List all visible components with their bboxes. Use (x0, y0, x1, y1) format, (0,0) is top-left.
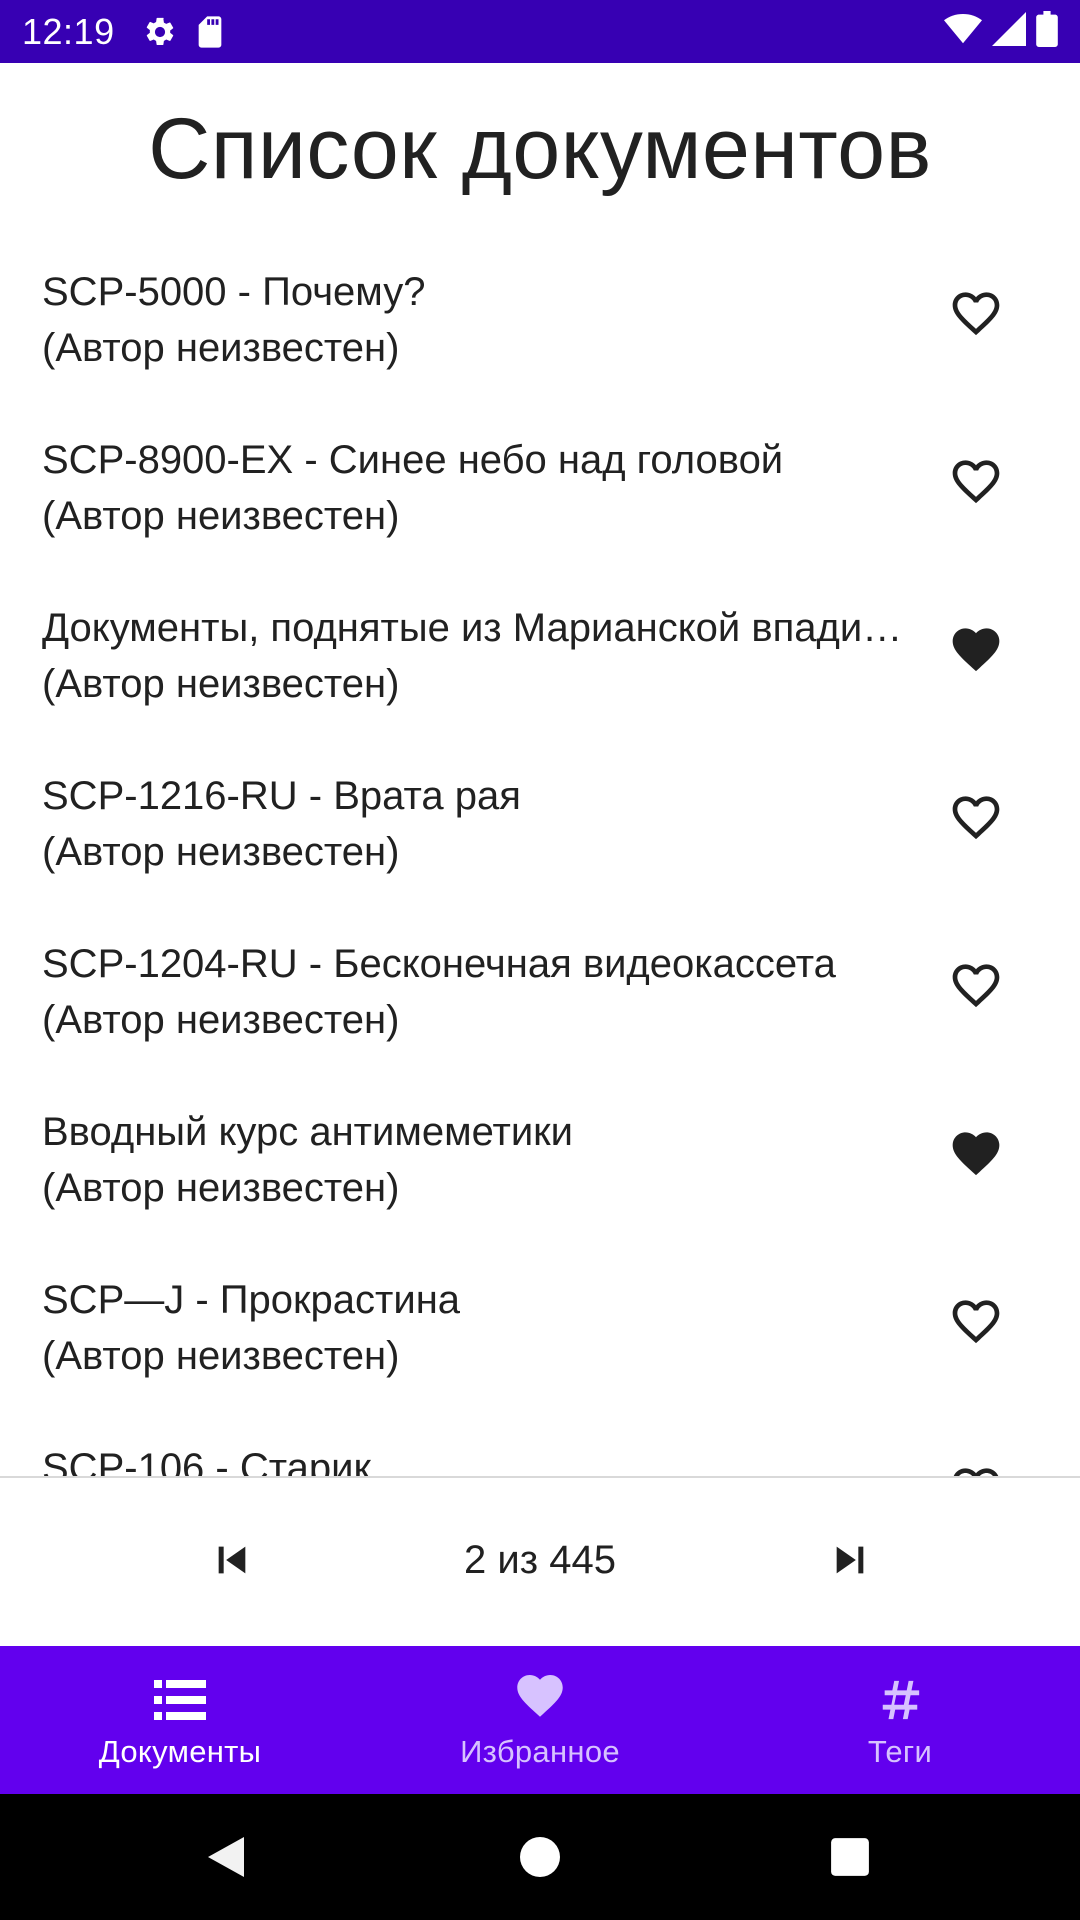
favorite-button[interactable] (940, 1290, 1012, 1362)
page-counter: 2 из 445 (464, 1538, 616, 1582)
list-item[interactable]: Документы, поднятые из Марианской впадин… (0, 566, 1080, 734)
favorite-button[interactable] (940, 282, 1012, 354)
recents-button[interactable] (820, 1827, 880, 1887)
document-author: (Автор неизвестен) (42, 1334, 400, 1378)
document-author: (Автор неизвестен) (42, 326, 400, 370)
wifi-icon (944, 12, 982, 51)
last-page-button[interactable] (818, 1524, 882, 1596)
back-triangle-icon (208, 1837, 244, 1877)
favorite-button[interactable] (940, 786, 1012, 858)
recents-square-icon (831, 1838, 869, 1876)
favorite-button[interactable] (940, 618, 1012, 690)
list-item[interactable]: SCP-1204-RU - Бесконечная видеокассета (… (0, 902, 1080, 1070)
favorite-button[interactable] (940, 450, 1012, 522)
skip-previous-icon (218, 1546, 246, 1574)
document-title: Документы, поднятые из Марианской впадин… (42, 606, 908, 650)
list-icon (154, 1674, 206, 1726)
home-circle-icon (520, 1837, 560, 1877)
back-button[interactable] (196, 1827, 256, 1887)
nav-documents[interactable]: Документы (0, 1646, 360, 1794)
skip-next-icon (836, 1546, 864, 1574)
list-item[interactable]: Вводный курс антимеметики (Автор неизвес… (0, 1070, 1080, 1238)
document-author: (Автор неизвестен) (42, 998, 400, 1042)
system-navigation-bar (0, 1794, 1080, 1920)
hash-icon (877, 1674, 923, 1726)
home-button[interactable] (510, 1827, 570, 1887)
signal-icon (992, 12, 1026, 51)
sd-card-icon (195, 15, 225, 49)
battery-icon (1036, 11, 1058, 52)
nav-label: Избранное (460, 1734, 620, 1769)
document-title: Вводный курс антимеметики (42, 1110, 574, 1154)
settings-icon (143, 15, 177, 49)
favorite-button[interactable] (940, 1458, 1012, 1476)
heart-outline-icon (952, 1300, 1000, 1344)
document-author: (Автор неизвестен) (42, 494, 400, 538)
list-item[interactable]: SCP-5000 - Почему? (Автор неизвестен) (0, 230, 1080, 398)
nav-label: Документы (98, 1734, 262, 1769)
status-time: 12:19 (22, 10, 115, 52)
document-title: SCP-1204-RU - Бесконечная видеокассета (42, 942, 836, 986)
list-item[interactable]: SCP-8900-EX - Синее небо над головой (Ав… (0, 398, 1080, 566)
document-title: SCP-5000 - Почему? (42, 270, 426, 314)
document-title: SCP-1216-RU - Врата рая (42, 774, 521, 818)
document-author: (Автор неизвестен) (42, 662, 400, 706)
heart-outline-icon (952, 292, 1000, 336)
document-title: SCP—J - Прокрастина (42, 1278, 461, 1322)
document-author: (Автор неизвестен) (42, 830, 400, 874)
document-author: (Автор неизвестен) (42, 1166, 400, 1210)
pager: 2 из 445 (0, 1478, 1080, 1646)
heart-outline-icon (952, 460, 1000, 504)
heart-icon (512, 1674, 568, 1726)
nav-label: Теги (867, 1734, 933, 1769)
list-item[interactable]: SCP-1216-RU - Врата рая (Автор неизвесте… (0, 734, 1080, 902)
favorite-button[interactable] (940, 1122, 1012, 1194)
list-item[interactable]: SCP—J - Прокрастина (Автор неизвестен) (0, 1238, 1080, 1406)
list-item[interactable]: SCP-106 - Старик (0, 1406, 1080, 1476)
heart-filled-icon (952, 1132, 1000, 1176)
heart-outline-icon (952, 964, 1000, 1008)
bottom-navigation: Документы Избранное Теги (0, 1646, 1080, 1794)
status-bar: 12:19 (0, 0, 1080, 63)
first-page-button[interactable] (200, 1524, 264, 1596)
nav-tags[interactable]: Теги (720, 1646, 1080, 1794)
heart-outline-icon (953, 1468, 999, 1476)
document-title: SCP-8900-EX - Синее небо над головой (42, 438, 784, 482)
page-title: Список документов (148, 101, 932, 197)
heart-filled-icon (952, 628, 1000, 672)
heart-outline-icon (952, 796, 1000, 840)
document-title: SCP-106 - Старик (42, 1446, 371, 1476)
favorite-button[interactable] (940, 954, 1012, 1026)
document-list[interactable]: SCP-5000 - Почему? (Автор неизвестен) SC… (0, 230, 1080, 1476)
nav-favorites[interactable]: Избранное (360, 1646, 720, 1794)
